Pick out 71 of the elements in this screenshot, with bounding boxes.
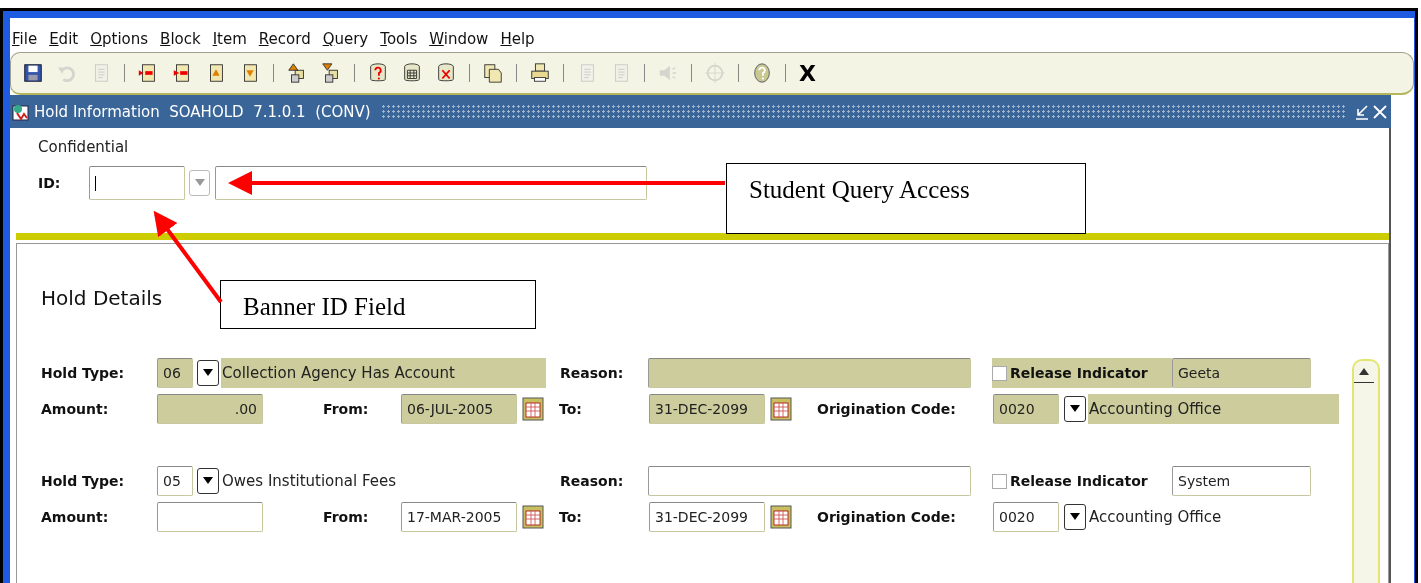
calendar-icon[interactable] (770, 505, 792, 529)
annotation-callout: Student Query Access (726, 163, 1086, 234)
calendar-icon[interactable] (522, 397, 544, 421)
menu-item[interactable]: File (12, 30, 38, 52)
dropdown-button[interactable] (1064, 396, 1086, 422)
hold-type-description: Owes Institutional Fees (221, 471, 397, 492)
hold-type-code-field[interactable]: 06 (157, 358, 193, 388)
field-label: Origination Code: (817, 509, 957, 525)
caret-icon (1070, 405, 1080, 413)
origination-code-field[interactable]: 0020 (993, 394, 1059, 424)
hold-type-code-field[interactable]: 05 (157, 466, 193, 496)
menu-item[interactable]: Tools (380, 30, 418, 52)
reason-field[interactable] (648, 466, 971, 496)
field-label: From: (323, 509, 370, 525)
menu-item[interactable]: Help (500, 30, 535, 52)
menu-item[interactable]: Item (212, 30, 247, 52)
dropdown-button[interactable] (197, 360, 219, 386)
amount-field[interactable] (157, 502, 263, 532)
field-label: Reason: (560, 473, 625, 489)
field-label: Reason: (560, 365, 625, 381)
field-label: From: (323, 401, 370, 417)
form-icon (12, 102, 30, 121)
user-field[interactable]: Geeta (1172, 358, 1311, 388)
amount-field[interactable]: .00 (157, 394, 263, 424)
reason-field[interactable] (648, 358, 971, 388)
menu-item[interactable]: Options (90, 30, 149, 52)
id-label: ID: (38, 175, 62, 191)
release-checkbox[interactable] (992, 365, 1007, 381)
to-date-field[interactable]: 31-DEC-2099 (649, 394, 765, 424)
checkbox-label: Release Indicator (1010, 473, 1148, 489)
hold-type-description: Collection Agency Has Account (221, 358, 546, 388)
caret-icon (203, 477, 213, 485)
confidential-label: Confidential (38, 138, 130, 156)
menu-item[interactable]: Block (160, 30, 201, 52)
exit-button[interactable]: X (795, 60, 820, 86)
dropdown-button[interactable] (1064, 504, 1086, 530)
field-label: Hold Type: (41, 365, 126, 381)
field-label: Hold Type: (41, 473, 126, 489)
menu-item[interactable]: Query (322, 30, 369, 52)
caret-icon (203, 369, 213, 377)
section-title: Hold Details (41, 286, 163, 310)
field-label: To: (559, 401, 583, 417)
from-date-field[interactable]: 06-JUL-2005 (401, 394, 517, 424)
id-field[interactable] (89, 166, 185, 200)
caret-icon (194, 179, 205, 187)
origination-description: Accounting Office (1088, 507, 1223, 528)
minimize-icon[interactable] (1355, 103, 1369, 120)
field-label: Origination Code: (817, 401, 957, 417)
menu-item[interactable]: Record (258, 30, 311, 52)
origination-code-field[interactable]: 0020 (993, 502, 1059, 532)
scrollbar[interactable] (1352, 359, 1380, 583)
to-date-field[interactable]: 31-DEC-2099 (649, 502, 765, 532)
user-field[interactable]: System (1172, 466, 1311, 496)
calendar-icon[interactable] (522, 505, 544, 529)
from-date-field[interactable]: 17-MAR-2005 (401, 502, 517, 532)
caret-icon (1070, 513, 1080, 521)
menu-item[interactable]: Window (429, 30, 489, 52)
form-title: Hold Information SOAHOLD 7.1.0.1 (CONV) (34, 102, 371, 121)
field-label: Amount: (41, 401, 110, 417)
up-arrow-icon (1359, 367, 1369, 376)
field-label: Amount: (41, 509, 110, 525)
annotation-callout: Banner ID Field (220, 280, 536, 329)
release-checkbox[interactable] (992, 473, 1007, 489)
field-label: To: (559, 509, 583, 525)
calendar-icon[interactable] (770, 397, 792, 421)
dropdown-button[interactable] (197, 468, 219, 494)
origination-description: Accounting Office (1088, 394, 1339, 424)
checkbox-label: Release Indicator (1010, 365, 1148, 381)
close-icon[interactable] (1373, 104, 1387, 119)
id-dropdown-button[interactable] (189, 170, 210, 196)
menu-item[interactable]: Edit (49, 30, 79, 52)
